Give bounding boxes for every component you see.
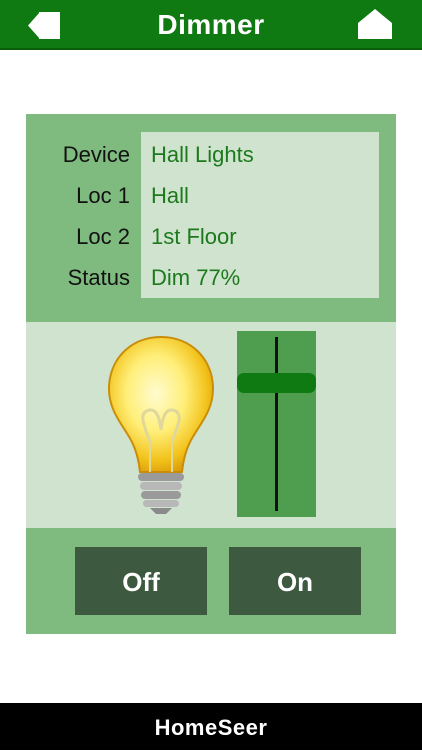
status-label: Status: [67, 265, 130, 290]
on-button[interactable]: On: [229, 547, 361, 615]
device-label: Device: [62, 142, 130, 167]
loc2-label: Loc 2: [76, 224, 130, 249]
slider-track: [275, 337, 278, 511]
loc2-row: Loc 2 1st Floor: [26, 216, 396, 257]
loc1-row: Loc 1 Hall: [26, 175, 396, 216]
homeseer-logo: HomeSeer: [154, 715, 268, 740]
light-bulb-icon: [106, 334, 216, 516]
status-value: Dim 77%: [151, 265, 241, 290]
status-row: Status Dim 77%: [26, 257, 396, 298]
loc1-label: Loc 1: [76, 183, 130, 208]
off-button[interactable]: Off: [75, 547, 207, 615]
device-row: Device Hall Lights: [26, 134, 396, 175]
dimmer-slider[interactable]: [237, 331, 316, 517]
slider-thumb[interactable]: [237, 373, 316, 393]
device-panel: Device Hall Lights Loc 1 Hall Loc 2 1st …: [26, 114, 396, 634]
home-icon: [358, 9, 392, 39]
device-value: Hall Lights: [151, 142, 254, 167]
dimmer-area: [26, 322, 396, 528]
footer-bar: HomeSeer: [0, 703, 422, 750]
home-button[interactable]: [356, 7, 396, 41]
header-bar: Dimmer: [0, 0, 422, 50]
loc2-value: 1st Floor: [151, 224, 237, 249]
loc1-value: Hall: [151, 183, 189, 208]
